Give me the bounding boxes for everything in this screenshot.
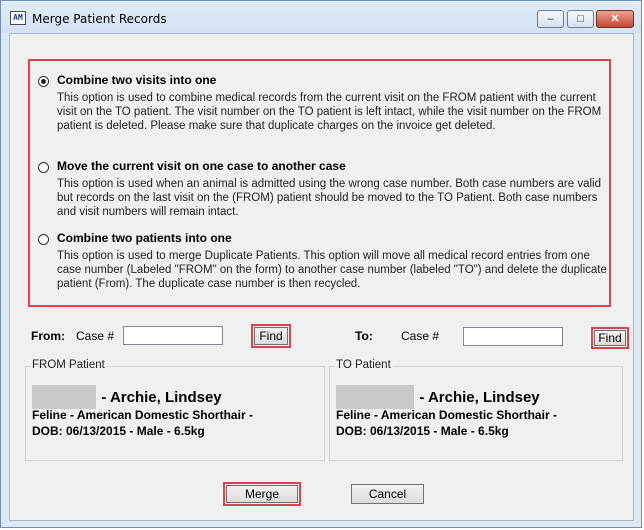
from-find-button[interactable]: Find [254, 327, 288, 345]
title-bar[interactable]: AM Merge Patient Records – □ ✕ [1, 1, 641, 33]
from-patient-group-title: FROM Patient [30, 359, 107, 371]
from-patient-info: - Archie, Lindsey Feline - American Dome… [32, 385, 312, 439]
from-patient-name: - Archie, Lindsey [101, 388, 222, 406]
to-find-button[interactable]: Find [594, 330, 626, 346]
merge-dialog-window: AM Merge Patient Records – □ ✕ Combine t… [0, 0, 642, 528]
to-patient-group: TO Patient - Archie, Lindsey Feline - Am… [329, 359, 623, 461]
to-patient-name: - Archie, Lindsey [419, 388, 540, 406]
maximize-button[interactable]: □ [567, 10, 594, 28]
combine-patients-radio[interactable] [38, 234, 49, 245]
merge-options-group: Combine two visits into one This option … [28, 59, 611, 307]
close-button[interactable]: ✕ [596, 10, 634, 28]
from-patient-group: FROM Patient - Archie, Lindsey Feline - … [25, 359, 325, 461]
minimize-button[interactable]: – [537, 10, 564, 28]
from-case-input[interactable] [123, 326, 223, 345]
to-patient-species: Feline - American Domestic Shorthair - [336, 408, 557, 422]
from-patient-details: DOB: 06/13/2015 - Male - 6.5kg [32, 424, 205, 438]
dialog-body: Combine two visits into one This option … [9, 33, 634, 521]
to-case-input[interactable] [463, 327, 563, 346]
to-patient-info: - Archie, Lindsey Feline - American Dome… [336, 385, 616, 439]
from-case-label: Case # [76, 329, 115, 343]
to-case-label: Case # [401, 329, 440, 343]
to-patient-group-title: TO Patient [334, 359, 393, 371]
app-icon: AM [10, 11, 26, 25]
option-label[interactable]: Combine two visits into one [57, 73, 216, 87]
option-description: This option is used when an animal is ad… [57, 178, 601, 218]
cancel-button[interactable]: Cancel [351, 484, 424, 504]
window-title: Merge Patient Records [32, 12, 167, 26]
combine-visits-radio[interactable] [38, 76, 49, 87]
from-patient-species: Feline - American Domestic Shorthair - [32, 408, 253, 422]
option-description: This option is used to combine medical r… [57, 92, 602, 132]
option-label[interactable]: Combine two patients into one [57, 231, 232, 245]
option-description: This option is used to merge Duplicate P… [57, 250, 607, 290]
option-label[interactable]: Move the current visit on one case to an… [57, 159, 346, 173]
merge-button[interactable]: Merge [226, 485, 298, 503]
move-visit-radio[interactable] [38, 162, 49, 173]
to-patient-redacted-case [336, 385, 414, 409]
to-label: To: [355, 329, 373, 343]
from-patient-redacted-case [32, 385, 96, 409]
from-label: From: [31, 329, 65, 343]
to-patient-details: DOB: 06/13/2015 - Male - 6.5kg [336, 424, 509, 438]
